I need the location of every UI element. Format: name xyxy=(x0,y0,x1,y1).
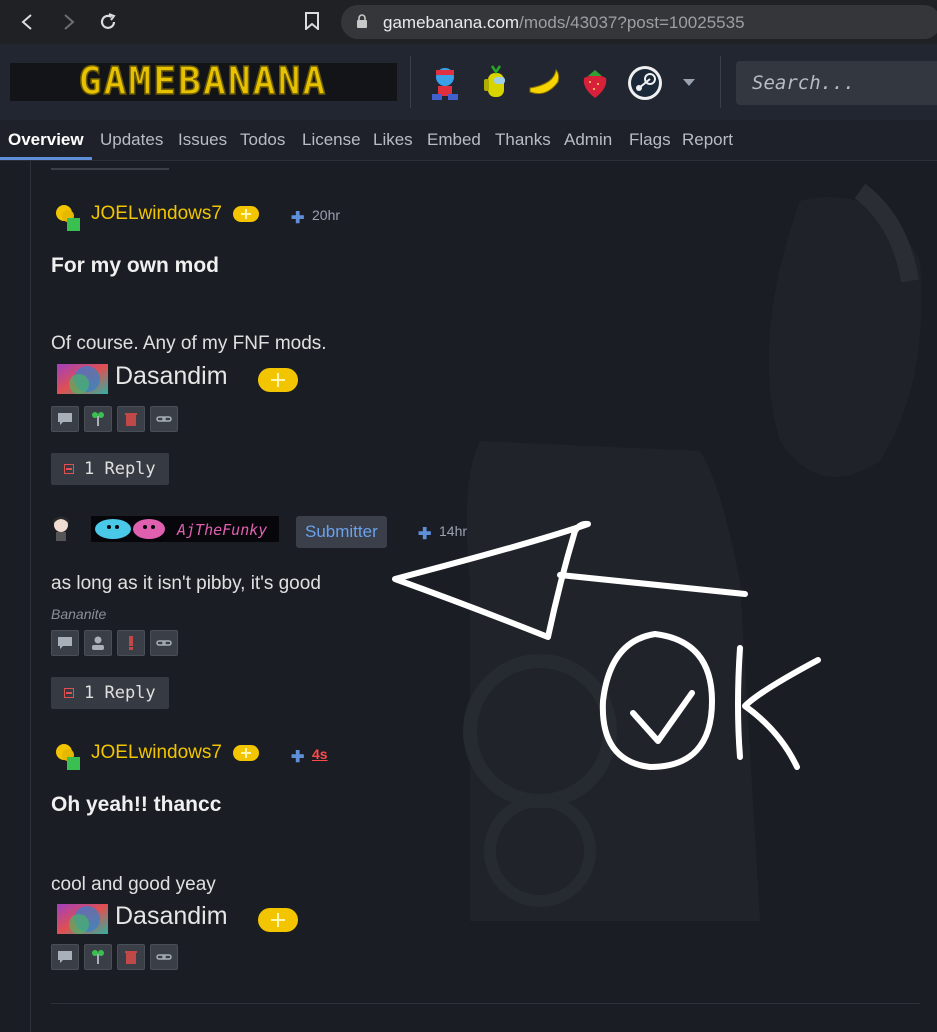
signature-badge-icon xyxy=(258,368,298,392)
delete-icon[interactable] xyxy=(117,406,145,432)
post-body: cool and good yeay xyxy=(51,874,216,895)
edit-icon[interactable] xyxy=(84,944,112,970)
supporter-badge-icon xyxy=(233,206,259,222)
signature-badge-icon xyxy=(258,908,298,932)
reply-icon[interactable] xyxy=(51,406,79,432)
post-title: For my own mod xyxy=(51,254,219,277)
banana-icon[interactable] xyxy=(526,64,564,102)
url-text: gamebanana.com/mods/43037?post=10025535 xyxy=(383,13,745,32)
post-body: Of course. Any of my FNF mods. xyxy=(51,333,327,354)
username-link[interactable]: JOELwindows7 xyxy=(91,203,222,225)
signature-logo-icon xyxy=(57,904,108,934)
active-tab-indicator xyxy=(0,157,92,160)
header-divider xyxy=(720,56,721,108)
address-bar[interactable]: gamebanana.com/mods/43037?post=10025535 xyxy=(341,5,937,39)
delete-icon[interactable] xyxy=(117,944,145,970)
tab-flags[interactable]: Flags xyxy=(629,130,671,150)
tab-likes[interactable]: Likes xyxy=(373,130,413,150)
tab-todos[interactable]: Todos xyxy=(240,130,285,150)
separator xyxy=(51,168,169,170)
collapse-icon xyxy=(64,464,74,474)
site-header: GAMEBANANA xyxy=(0,44,937,121)
fnf-boyfriend-icon[interactable] xyxy=(426,64,464,102)
collapse-icon xyxy=(64,688,74,698)
gamebanana-logo[interactable]: GAMEBANANA xyxy=(10,58,397,104)
plus-icon[interactable]: ✚ xyxy=(418,524,431,544)
profile-tabs: Overview Updates Issues Todos License Li… xyxy=(0,120,937,161)
back-icon[interactable] xyxy=(16,10,40,34)
reply-icon[interactable] xyxy=(51,630,79,656)
post-time[interactable]: 20hr xyxy=(312,207,340,223)
among-us-icon[interactable] xyxy=(476,64,514,102)
svg-text:AjTheFunky: AjTheFunky xyxy=(176,521,267,539)
username-banner[interactable]: AjTheFunky xyxy=(91,516,279,542)
post-time[interactable]: 4s xyxy=(312,746,328,762)
edit-icon[interactable] xyxy=(84,406,112,432)
svg-text:GAMEBANANA: GAMEBANANA xyxy=(79,63,328,101)
steam-icon[interactable] xyxy=(626,64,664,102)
posts-area: JOELwindows7 ✚ 20hr For my own mod Of co… xyxy=(0,161,937,1032)
signature-name: Dasandim xyxy=(115,902,228,930)
toggle-replies-button[interactable]: 1 Reply xyxy=(51,453,169,485)
link-icon[interactable] xyxy=(150,406,178,432)
tab-overview[interactable]: Overview xyxy=(8,130,84,150)
forward-icon[interactable] xyxy=(56,10,80,34)
user-rank-icon xyxy=(53,202,83,232)
plus-icon[interactable]: ✚ xyxy=(291,747,304,767)
post-title: Oh yeah!! thancc xyxy=(51,793,222,816)
signature-logo-icon xyxy=(57,364,108,394)
reply-count-label: 1 Reply xyxy=(84,683,156,703)
post-time[interactable]: 14hr xyxy=(439,523,467,539)
browser-toolbar: gamebanana.com/mods/43037?post=10025535 xyxy=(0,0,937,44)
user-rank-icon xyxy=(53,741,83,771)
flag-icon[interactable] xyxy=(117,630,145,656)
user-avatar xyxy=(50,516,72,542)
header-divider xyxy=(410,56,411,108)
tab-license[interactable]: License xyxy=(302,130,361,150)
user-rank: Bananite xyxy=(51,606,107,622)
games-dropdown-caret-icon[interactable] xyxy=(683,79,695,86)
tab-embed[interactable]: Embed xyxy=(427,130,481,150)
username-link[interactable]: JOELwindows7 xyxy=(91,742,222,764)
link-icon[interactable] xyxy=(150,630,178,656)
tab-report[interactable]: Report xyxy=(682,130,733,150)
thread-line xyxy=(30,161,31,1032)
tab-updates[interactable]: Updates xyxy=(100,130,163,150)
submitter-badge: Submitter xyxy=(296,516,387,548)
search-input[interactable] xyxy=(736,61,937,105)
reload-icon[interactable] xyxy=(96,10,120,34)
reply-count-label: 1 Reply xyxy=(84,459,156,479)
tab-thanks[interactable]: Thanks xyxy=(495,130,551,150)
plus-icon[interactable]: ✚ xyxy=(291,208,304,228)
bookmark-icon[interactable] xyxy=(305,12,319,32)
strawberry-icon[interactable] xyxy=(576,64,614,102)
tab-issues[interactable]: Issues xyxy=(178,130,227,150)
user-profile-icon[interactable] xyxy=(84,630,112,656)
toggle-replies-button[interactable]: 1 Reply xyxy=(51,677,169,709)
separator xyxy=(51,1003,920,1004)
supporter-badge-icon xyxy=(233,745,259,761)
tab-admin[interactable]: Admin xyxy=(564,130,612,150)
reply-icon[interactable] xyxy=(51,944,79,970)
lock-icon xyxy=(357,14,367,28)
link-icon[interactable] xyxy=(150,944,178,970)
post-body: as long as it isn't pibby, it's good xyxy=(51,573,321,594)
signature-name: Dasandim xyxy=(115,362,228,390)
